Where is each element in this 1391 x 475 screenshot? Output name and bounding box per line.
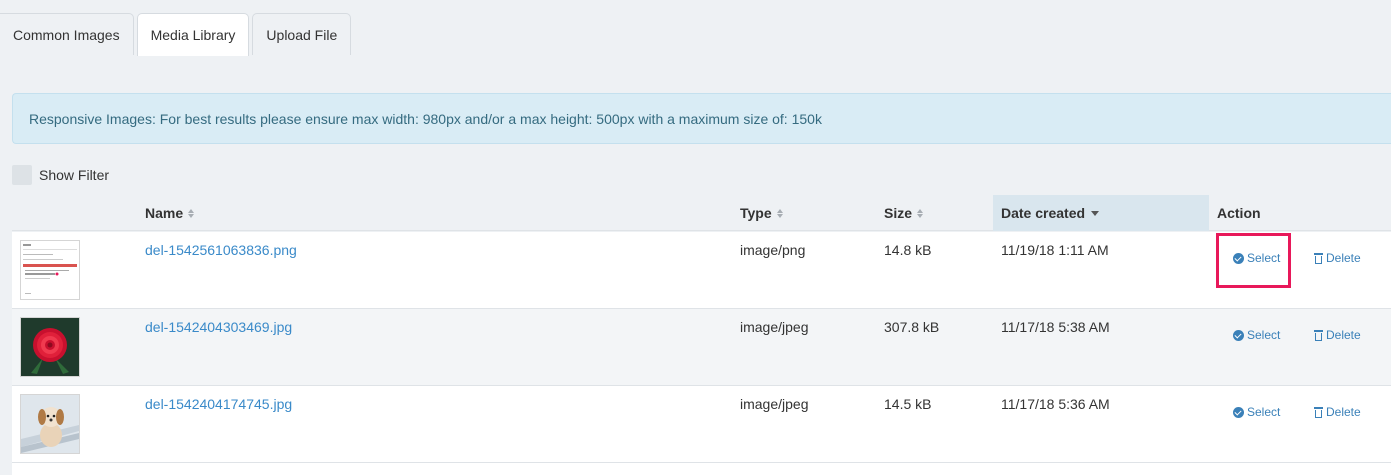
file-size: 307.8 kB: [884, 319, 940, 335]
file-name-link[interactable]: del-1542404303469.jpg: [145, 319, 292, 335]
file-date: 11/17/18 5:38 AM: [1001, 319, 1110, 335]
delete-button[interactable]: Delete: [1314, 251, 1361, 265]
tab-media-library[interactable]: Media Library: [136, 13, 250, 56]
table-row-partial: [12, 463, 1391, 475]
show-filter-toggle[interactable]: Show Filter: [12, 165, 109, 185]
table-row: del-1542404174745.jpg image/jpeg 14.5 kB…: [12, 386, 1391, 463]
file-type: image/png: [740, 242, 806, 258]
table-header: Name Type Size Date created Action: [12, 195, 1391, 231]
sort-icon: [917, 208, 924, 218]
file-type: image/jpeg: [740, 319, 809, 335]
tab-bar: Common Images Media Library Upload File: [0, 13, 354, 56]
delete-button[interactable]: Delete: [1314, 405, 1361, 419]
select-button[interactable]: Select: [1233, 328, 1280, 342]
table-row: del-1542561063836.png image/png 14.8 kB …: [12, 232, 1391, 309]
check-circle-icon: [1233, 329, 1244, 341]
column-header-date-created[interactable]: Date created: [993, 195, 1209, 231]
red-flower-thumbnail[interactable]: [20, 317, 80, 377]
select-highlight-box: [1216, 233, 1291, 288]
file-size: 14.5 kB: [884, 396, 932, 412]
table-row: del-1542404303469.jpg image/jpeg 307.8 k…: [12, 309, 1391, 386]
responsive-images-alert: Responsive Images: For best results plea…: [12, 93, 1391, 144]
file-type: image/jpeg: [740, 396, 809, 412]
select-button[interactable]: Select: [1233, 405, 1280, 419]
show-filter-label: Show Filter: [39, 167, 110, 183]
screenshot-thumbnail[interactable]: [20, 240, 80, 300]
file-name-link[interactable]: del-1542404174745.jpg: [145, 396, 292, 412]
alert-text: Responsive Images: For best results plea…: [29, 110, 822, 127]
tab-common-images[interactable]: Common Images: [0, 13, 134, 55]
check-circle-icon: [1233, 406, 1244, 418]
file-name-link[interactable]: del-1542561063836.png: [145, 242, 297, 258]
sort-icon: [188, 208, 195, 218]
trash-icon: [1314, 406, 1323, 418]
puppy-thumbnail[interactable]: [20, 394, 80, 454]
sort-icon: [776, 208, 783, 218]
column-header-size[interactable]: Size: [884, 195, 924, 231]
show-filter-checkbox[interactable]: [12, 165, 32, 185]
column-header-type[interactable]: Type: [740, 195, 783, 231]
column-header-action: Action: [1217, 205, 1261, 221]
delete-button[interactable]: Delete: [1314, 328, 1361, 342]
file-size: 14.8 kB: [884, 242, 932, 258]
trash-icon: [1314, 329, 1323, 341]
file-date: 11/19/18 1:11 AM: [1001, 242, 1109, 258]
file-date: 11/17/18 5:36 AM: [1001, 396, 1110, 412]
trash-icon: [1314, 252, 1323, 264]
column-header-name[interactable]: Name: [145, 195, 195, 231]
sort-descending-icon: [1091, 210, 1100, 216]
tab-upload-file[interactable]: Upload File: [252, 13, 352, 55]
